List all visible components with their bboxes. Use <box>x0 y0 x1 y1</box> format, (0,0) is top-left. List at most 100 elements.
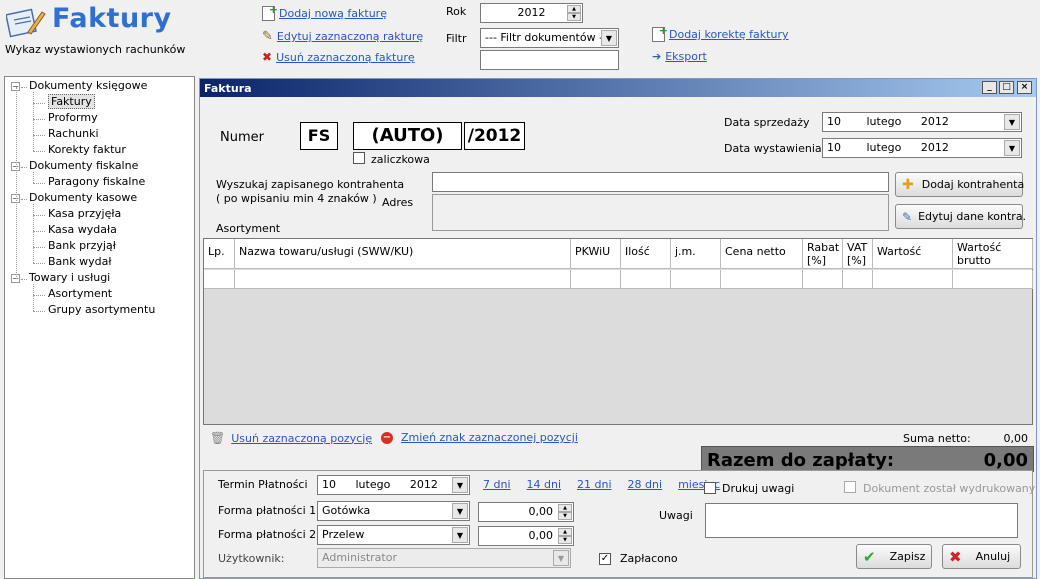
edit-card-icon: ✎ <box>902 209 913 224</box>
tree-connector <box>33 284 34 311</box>
term-7-days-link[interactable]: 7 dni <box>483 478 511 491</box>
delete-invoice-link[interactable]: ✖ Usuń zaznaczoną fakturę <box>262 50 415 64</box>
navigation-tree[interactable]: − Dokumenty księgowe Faktury Proformy Rachun… <box>4 76 195 579</box>
user-label: Użytkownik: <box>218 552 285 565</box>
checkmark-icon: ✔ <box>863 547 876 566</box>
sale-date-picker[interactable]: 10 lutego 2012 ▼ <box>822 112 1022 132</box>
table-empty-cell[interactable] <box>721 270 803 289</box>
payment-method-2-select[interactable]: Przelew ▼ <box>317 525 470 545</box>
table-empty-cell[interactable] <box>671 270 721 289</box>
minimize-button[interactable]: _ <box>982 81 997 94</box>
printed-checkbox <box>844 481 856 496</box>
add-correction-link[interactable]: + Dodaj korektę faktury <box>652 24 788 42</box>
tree-connector <box>16 87 17 279</box>
close-button[interactable]: × <box>1017 81 1032 94</box>
user-select: Administrator ▼ <box>317 548 571 568</box>
address-field <box>432 194 889 231</box>
close-x-icon: ✖ <box>949 547 962 566</box>
edit-invoice-link[interactable]: ✎ Edytuj zaznaczoną rakturę <box>262 29 423 44</box>
printed-label: Dokument został wydrukowany <box>863 482 1036 495</box>
table-header-cell[interactable]: Cena netto <box>721 239 803 269</box>
notes-textarea[interactable] <box>705 503 1018 538</box>
tree-item[interactable]: Asortyment <box>48 287 112 300</box>
payment-amount-2-input[interactable]: 0,00 ▲ ▼ <box>478 526 574 546</box>
table-empty-cell[interactable] <box>204 270 235 289</box>
term-28-days-link[interactable]: 28 dni <box>628 478 663 491</box>
flip-sign-link[interactable]: − Zmień znak zaznaczonej pozycji <box>381 431 578 444</box>
tree-connector <box>33 231 45 232</box>
tree-item[interactable]: Bank wydał <box>48 255 111 268</box>
add-contractor-button[interactable]: ✚ Dodaj kontrahenta <box>895 172 1024 197</box>
year-spinner[interactable]: 2012 ▲ ▼ <box>480 3 583 23</box>
maximize-button[interactable]: □ <box>999 81 1014 94</box>
tree-item[interactable]: Dokumenty fiskalne <box>29 159 138 172</box>
save-button[interactable]: ✔ Zapisz <box>856 544 932 569</box>
notes-label: Uwagi <box>659 509 693 522</box>
advance-checkbox[interactable] <box>353 152 365 164</box>
term-21-days-link[interactable]: 21 dni <box>577 478 612 491</box>
table-empty-cell[interactable] <box>953 270 1033 289</box>
filter-text-input[interactable] <box>480 50 619 70</box>
tree-connector <box>33 135 45 136</box>
payment-amount-1-input[interactable]: 0,00 ▲ ▼ <box>478 502 574 522</box>
tree-item[interactable]: Faktury <box>48 94 95 109</box>
term-14-days-link[interactable]: 14 dni <box>527 478 562 491</box>
payment-term-picker[interactable]: 10 lutego 2012 ▼ <box>317 475 470 495</box>
table-header-cell[interactable]: VAT [%] <box>843 239 873 269</box>
trash-icon: 🗑 <box>210 431 226 445</box>
add-invoice-link[interactable]: + Dodaj nową fakturę <box>262 3 387 21</box>
tree-connector <box>33 204 34 263</box>
filter-label: Filtr <box>446 32 467 45</box>
tree-connector <box>33 183 45 184</box>
tree-item[interactable]: Korekty faktur <box>48 143 126 156</box>
table-empty-cell[interactable] <box>571 270 621 289</box>
tree-item[interactable]: Bank przyjął <box>48 239 116 252</box>
assortment-label: Asortyment <box>216 222 281 235</box>
remove-position-link[interactable]: 🗑 Usuń zaznaczoną pozycję <box>210 431 372 445</box>
tree-item[interactable]: Towary i usługi <box>29 271 110 284</box>
table-header-cell[interactable]: Nazwa towaru/usługi (SWW/KU) <box>235 239 571 269</box>
table-header-cell[interactable]: j.m. <box>671 239 721 269</box>
table-header-cell[interactable]: Ilość <box>621 239 671 269</box>
tree-item[interactable]: Dokumenty kasowe <box>29 191 137 204</box>
contractor-search-input[interactable] <box>432 172 889 192</box>
items-table[interactable]: Lp. Nazwa towaru/usługi (SWW/KU) PKWiU Iloś… <box>203 238 1033 425</box>
table-header-cell[interactable]: Lp. <box>204 239 235 269</box>
table-empty-cell[interactable] <box>873 270 953 289</box>
tree-item[interactable]: Rachunki <box>48 127 99 140</box>
invoice-number: (AUTO) <box>353 122 462 150</box>
table-empty-cell[interactable] <box>843 270 873 289</box>
edit-contractor-button[interactable]: ✎ Edytuj dane kontra. <box>895 204 1026 229</box>
tree-item[interactable]: Grupy asortymentu <box>48 303 155 316</box>
issue-date-picker[interactable]: 10 lutego 2012 ▼ <box>822 138 1022 158</box>
filter-select[interactable]: --- Filtr dokumentów --- ▼ <box>480 28 619 48</box>
contractor-search-label: Wyszukaj zapisanego kontrahenta <box>216 178 405 191</box>
table-header-cell[interactable]: Wartość brutto <box>953 239 1033 269</box>
tree-item[interactable]: Kasa przyjęła <box>48 207 121 220</box>
amount-1-spin-buttons[interactable]: ▲ ▼ <box>558 504 572 520</box>
year-spin-buttons[interactable]: ▲ ▼ <box>567 5 581 21</box>
tree-item[interactable]: Paragony fiskalne <box>48 175 145 188</box>
total-due-label: Razem do zapłaty: <box>707 450 895 471</box>
table-header-cell[interactable]: Rabat [%] <box>803 239 843 269</box>
tree-item[interactable]: Proformy <box>48 111 98 124</box>
table-header-cell[interactable]: PKWiU <box>571 239 621 269</box>
table-header-cell[interactable]: Wartość netto <box>873 239 953 269</box>
tree-item[interactable]: Dokumenty księgowe <box>29 79 147 92</box>
table-empty-cell[interactable] <box>621 270 671 289</box>
chevron-down-icon: ▼ <box>452 477 468 493</box>
amount-2-spin-buttons[interactable]: ▲ ▼ <box>558 528 572 544</box>
app-logo-icon <box>5 6 46 38</box>
tree-connector <box>33 295 45 296</box>
payment-method-1-select[interactable]: Gotówka ▼ <box>317 501 470 521</box>
table-empty-cell[interactable] <box>803 270 843 289</box>
print-notes-checkbox[interactable] <box>704 482 716 497</box>
chevron-down-icon: ▼ <box>452 503 468 519</box>
cancel-button[interactable]: ✖ Anuluj <box>942 544 1021 569</box>
export-link[interactable]: ➔ Eksport <box>652 50 707 63</box>
minus-circle-icon: − <box>381 431 393 444</box>
tree-item[interactable]: Kasa wydała <box>48 223 117 236</box>
table-empty-cell[interactable] <box>235 270 571 289</box>
export-arrow-icon: ➔ <box>652 50 662 63</box>
paid-checkbox[interactable]: ✓ <box>599 551 611 565</box>
